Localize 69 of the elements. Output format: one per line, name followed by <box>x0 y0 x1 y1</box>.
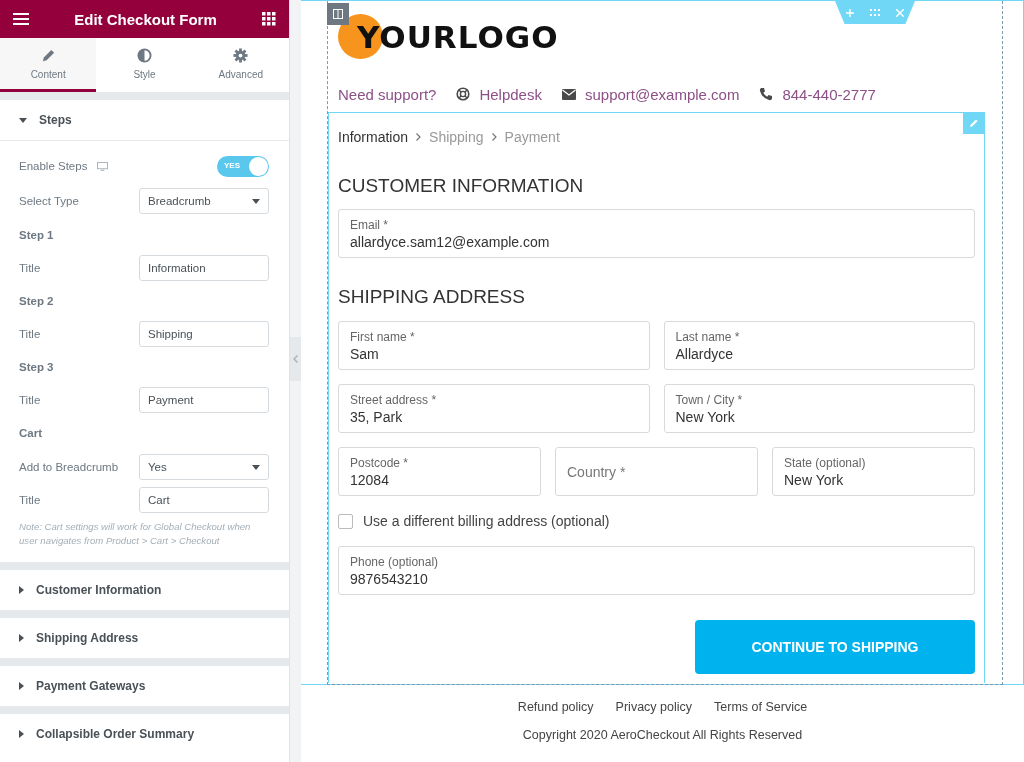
caret-right-icon <box>19 730 24 738</box>
gear-icon <box>233 47 249 63</box>
input-field[interactable]: Street address * 35, Park <box>338 384 650 433</box>
caret-right-icon <box>19 634 24 642</box>
column-handle[interactable] <box>327 3 349 25</box>
panel-title: Edit Checkout Form <box>73 10 218 28</box>
input-field[interactable]: Town / City * New York <box>663 384 975 433</box>
caret-down-icon <box>19 117 27 123</box>
select-dropdown[interactable]: Breadcrumb <box>139 188 269 214</box>
copyright-text: Copyright 2020 AeroCheckout All Rights Reserved <box>522 728 803 742</box>
input-field[interactable]: Last name * Allardyce <box>663 321 975 370</box>
caret-down-icon <box>252 464 260 470</box>
select-dropdown[interactable]: Yes <box>139 454 269 480</box>
footer-link[interactable]: Privacy policy <box>615 700 693 714</box>
control-label: Add to Breadcrumb <box>19 461 119 473</box>
contrast-icon <box>137 47 152 63</box>
control-heading: Step 1 <box>19 229 54 241</box>
columns-icon <box>333 9 343 19</box>
input-field[interactable]: Country * <box>555 447 758 496</box>
pencil-icon <box>969 118 979 128</box>
breadcrumb-step[interactable]: Information <box>338 129 409 145</box>
footer-link[interactable]: Terms of Service <box>714 700 808 714</box>
control-label: Title <box>19 328 41 340</box>
add-icon[interactable] <box>846 8 854 17</box>
envelope-icon <box>561 88 576 100</box>
grid-icon[interactable] <box>262 12 276 26</box>
support-link[interactable]: support@example.com <box>584 85 740 103</box>
checkbox-label: Use a different billing address (optional) <box>363 513 610 529</box>
drag-handle-icon[interactable] <box>870 9 880 16</box>
checkbox[interactable] <box>338 513 353 529</box>
chevron-left-icon <box>293 354 298 363</box>
text-input[interactable]: Payment <box>139 387 269 413</box>
text-input[interactable]: Information <box>139 255 269 281</box>
chevron-right-icon <box>491 133 497 141</box>
support-link[interactable]: 844-440-2777 <box>782 85 876 103</box>
control-heading: Cart <box>19 427 42 439</box>
monitor-icon[interactable] <box>97 161 109 171</box>
panel-tab[interactable]: Content <box>0 38 97 92</box>
input-field[interactable]: Email * allardyce.sam12@example.com <box>338 209 975 258</box>
edit-button[interactable] <box>963 112 985 134</box>
menu-icon[interactable] <box>13 13 29 25</box>
input-field[interactable]: First name * Sam <box>338 321 650 370</box>
caret-right-icon <box>19 682 24 690</box>
pencil-icon <box>40 47 56 63</box>
caret-right-icon <box>19 586 24 594</box>
form-heading: SHIPPING ADDRESS <box>338 287 526 307</box>
support-label: Need support? <box>338 85 437 103</box>
support-link[interactable]: Helpdesk <box>479 85 542 103</box>
phone-icon <box>759 87 774 101</box>
caret-down-icon <box>252 198 260 204</box>
control-heading: Step 2 <box>19 295 54 307</box>
control-label: Select Type <box>19 195 79 207</box>
control-label: Enable Steps <box>19 160 88 172</box>
collapse-handle[interactable] <box>290 336 301 381</box>
lifebuoy-icon <box>456 87 471 101</box>
text-input[interactable]: Cart <box>139 487 269 513</box>
text-input[interactable]: Shipping <box>139 321 269 347</box>
control-label: Title <box>19 394 41 406</box>
input-field[interactable]: State (optional) New York <box>772 447 975 496</box>
note-text: Note: Cart settings will work for Global Checkout when user navigates from Product > Cart > Checkout <box>19 520 252 548</box>
control-label: Title <box>19 262 41 274</box>
input-field[interactable]: Phone (optional) 9876543210 <box>338 546 975 595</box>
control-heading: Step 3 <box>19 361 54 373</box>
close-icon[interactable] <box>896 8 904 17</box>
form-heading: CUSTOMER INFORMATION <box>338 176 585 196</box>
footer-link[interactable]: Refund policy <box>517 700 594 714</box>
chevron-right-icon <box>416 133 422 141</box>
input-field[interactable]: Postcode * 12084 <box>338 447 541 496</box>
control-label: Title <box>19 494 41 506</box>
